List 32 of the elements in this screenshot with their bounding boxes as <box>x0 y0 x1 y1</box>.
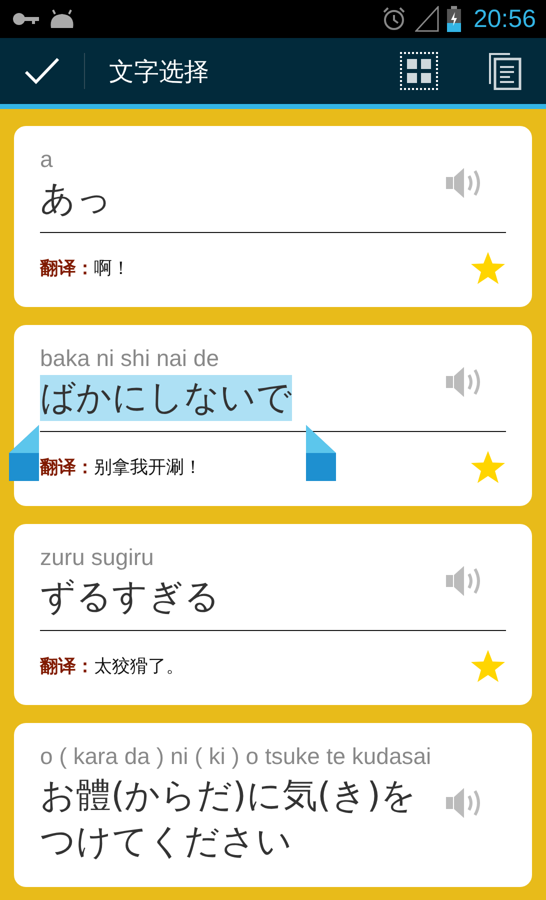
selection-handle[interactable] <box>304 425 338 483</box>
romaji-text: baka ni shi nai de <box>40 344 220 373</box>
star-icon[interactable] <box>470 450 506 484</box>
phrase-card[interactable]: a あっ 翻译：啊！ <box>14 126 532 307</box>
romaji-text: o ( kara da ) ni ( ki ) o tsuke te kudasai <box>40 742 432 771</box>
phrase-text: お體(からだ)に気(き)をつけてください <box>40 775 418 864</box>
translation-text: 啊！ <box>94 257 131 280</box>
alarm-icon <box>381 6 408 32</box>
translation-text: 别拿我开涮！ <box>94 456 203 479</box>
romaji-text: a <box>40 145 53 174</box>
phrase-text: ずるすぎる <box>40 576 220 619</box>
signal-icon <box>415 6 440 32</box>
star-icon[interactable] <box>470 251 506 285</box>
phrase-card[interactable]: baka ni shi nai de ばかにしないで 翻译：别拿我开涮！ <box>14 325 532 506</box>
screen-title: 文字选择 <box>109 56 209 88</box>
selection-handle[interactable] <box>7 425 41 483</box>
translation-label: 翻译： <box>40 655 94 678</box>
phrase-text: ばかにしないで <box>40 375 292 421</box>
battery-icon <box>447 6 462 32</box>
clock-time: 20:56 <box>473 4 536 34</box>
translation-label: 翻译： <box>40 257 94 280</box>
key-icon <box>12 12 40 26</box>
phrase-text: あっ <box>40 178 112 221</box>
android-icon <box>48 8 76 30</box>
phrase-card[interactable]: o ( kara da ) ni ( ki ) o tsuke te kudasai お體(からだ)に気(き)をつけてください <box>14 723 532 887</box>
translation-text: 太狡猾了。 <box>94 655 185 678</box>
translation-label: 翻译： <box>40 456 94 479</box>
phrase-card[interactable]: zuru sugiru ずるすぎる 翻译：太狡猾了。 <box>14 524 532 705</box>
romaji-text: zuru sugiru <box>40 543 154 572</box>
select-all-icon[interactable] <box>400 52 438 90</box>
copy-icon[interactable] <box>488 52 522 90</box>
star-icon[interactable] <box>470 649 506 683</box>
